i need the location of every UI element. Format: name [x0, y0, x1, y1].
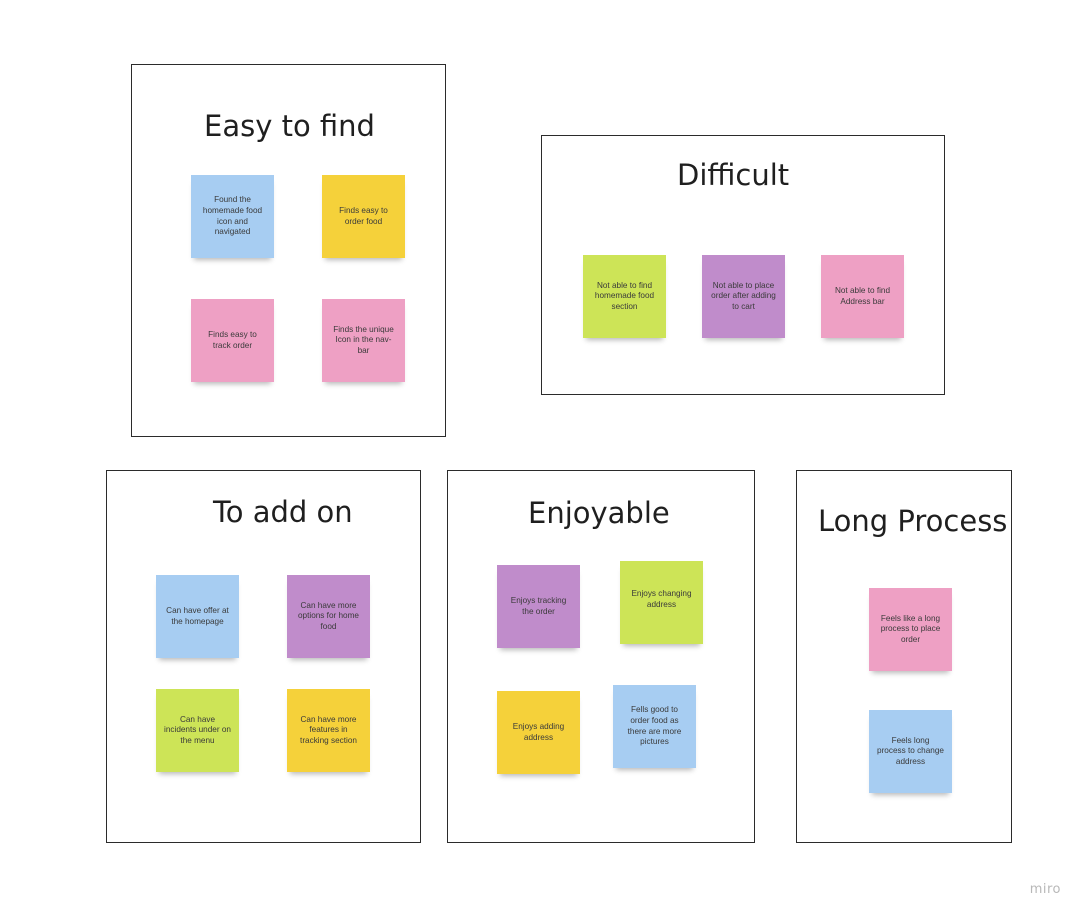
- frame-easy-to-find[interactable]: Easy to find Found the homemade food ico…: [131, 64, 446, 437]
- frame-enjoyable[interactable]: Enjoyable Enjoys tracking the order Enjo…: [447, 470, 755, 843]
- sticky-note[interactable]: Finds the unique Icon in the nav-bar: [322, 299, 405, 382]
- frame-title: Easy to find: [204, 109, 375, 143]
- miro-watermark: miro: [1029, 882, 1061, 897]
- sticky-note[interactable]: Not able to find homemade food section: [583, 255, 666, 338]
- frame-difficult[interactable]: Difficult Not able to find homemade food…: [541, 135, 945, 395]
- sticky-note[interactable]: Feels long process to change address: [869, 710, 952, 793]
- sticky-note[interactable]: Not able to find Address bar: [821, 255, 904, 338]
- frame-title: Difficult: [677, 158, 790, 192]
- sticky-note[interactable]: Fells good to order food as there are mo…: [613, 685, 696, 768]
- sticky-note[interactable]: Can have more features in tracking secti…: [287, 689, 370, 772]
- frame-long-process[interactable]: Long Process Feels like a long process t…: [796, 470, 1012, 843]
- sticky-note[interactable]: Finds easy to order food: [322, 175, 405, 258]
- sticky-note[interactable]: Finds easy to track order: [191, 299, 274, 382]
- sticky-note[interactable]: Enjoys changing address: [620, 561, 703, 644]
- sticky-note[interactable]: Can have offer at the homepage: [156, 575, 239, 658]
- frame-title: To add on: [213, 495, 353, 529]
- sticky-note[interactable]: Not able to place order after adding to …: [702, 255, 785, 338]
- frame-title: Long Process: [818, 504, 1008, 538]
- sticky-note[interactable]: Feels like a long process to place order: [869, 588, 952, 671]
- sticky-note[interactable]: Can have incidents under on the menu: [156, 689, 239, 772]
- frame-title: Enjoyable: [528, 496, 670, 530]
- sticky-note[interactable]: Found the homemade food icon and navigat…: [191, 175, 274, 258]
- sticky-note[interactable]: Can have more options for home food: [287, 575, 370, 658]
- frame-to-add-on[interactable]: To add on Can have offer at the homepage…: [106, 470, 421, 843]
- sticky-note[interactable]: Enjoys adding address: [497, 691, 580, 774]
- sticky-note[interactable]: Enjoys tracking the order: [497, 565, 580, 648]
